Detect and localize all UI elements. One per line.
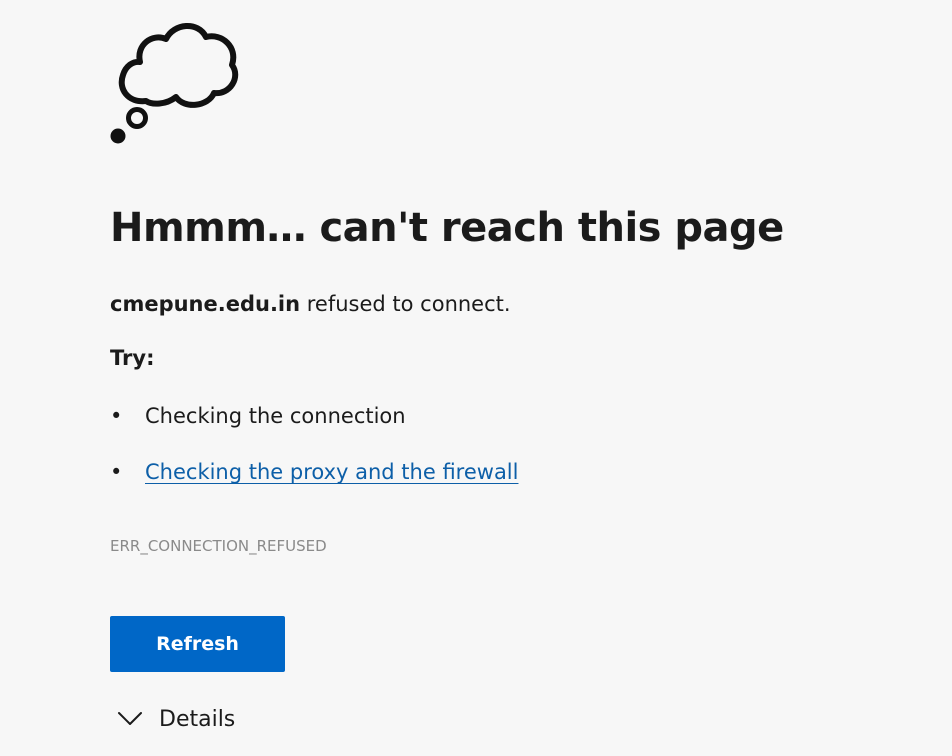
bullet: • xyxy=(110,460,123,484)
host-name: cmepune.edu.in xyxy=(110,292,301,316)
suggestion-item: • Checking the proxy and the firewall xyxy=(110,460,518,484)
try-label: Try: xyxy=(110,346,155,370)
bullet: • xyxy=(110,404,123,428)
chevron-down-icon xyxy=(118,712,142,725)
error-page: Hmmm… can't reach this page cmepune.edu.… xyxy=(0,0,952,756)
details-label: Details xyxy=(159,706,236,732)
suggestion-check-connection: Checking the connection xyxy=(145,404,406,428)
details-toggle[interactable]: Details xyxy=(116,703,235,735)
proxy-firewall-link[interactable]: Checking the proxy and the firewall xyxy=(145,460,518,484)
suggestion-item: • Checking the connection xyxy=(110,404,406,428)
error-message: cmepune.edu.in refused to connect. xyxy=(110,292,511,316)
page-title: Hmmm… can't reach this page xyxy=(110,205,784,251)
thought-cloud-icon xyxy=(110,23,239,144)
refresh-button[interactable]: Refresh xyxy=(110,616,285,672)
error-message-text: refused to connect. xyxy=(300,292,511,316)
error-code: ERR_CONNECTION_REFUSED xyxy=(110,537,327,555)
